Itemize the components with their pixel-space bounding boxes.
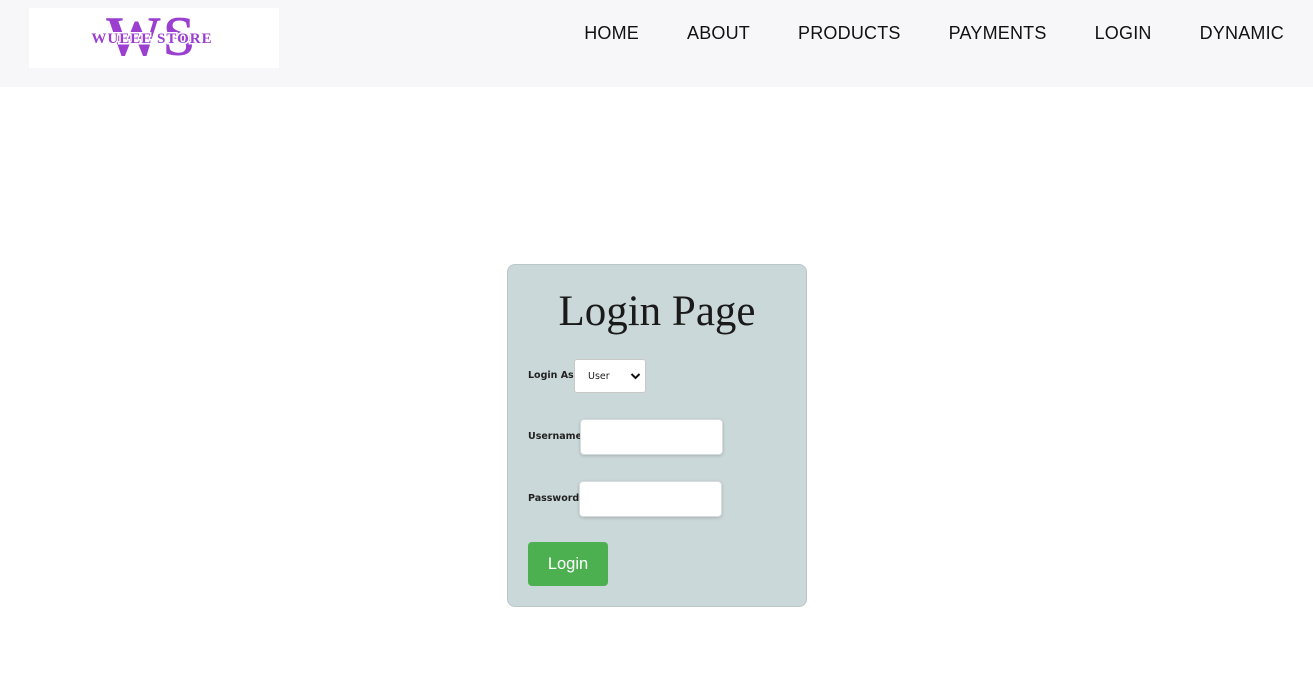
logo-graphic: WS WUEEE STORE WUEEE STORE bbox=[90, 8, 213, 68]
login-form-card: Login Page Login As: User Username: Pass… bbox=[507, 264, 807, 607]
nav-login-link[interactable]: LOGIN bbox=[1095, 23, 1152, 44]
main-nav: HOME ABOUT PRODUCTS PAYMENTS LOGIN DYNAM… bbox=[584, 20, 1284, 46]
login-button[interactable]: Login bbox=[528, 542, 608, 586]
store-logo[interactable]: WS WUEEE STORE WUEEE STORE bbox=[29, 8, 279, 68]
nav-home-link[interactable]: HOME bbox=[584, 23, 639, 44]
nav-about-link[interactable]: ABOUT bbox=[687, 23, 750, 44]
password-field[interactable] bbox=[579, 481, 722, 517]
nav-products-link[interactable]: PRODUCTS bbox=[798, 23, 901, 44]
chevron-down-icon bbox=[630, 373, 641, 380]
nav-payments-link[interactable]: PAYMENTS bbox=[949, 23, 1047, 44]
login-page-title: Login Page bbox=[558, 288, 756, 335]
login-as-select[interactable]: User bbox=[574, 359, 646, 393]
login-as-label: Login As: bbox=[528, 370, 578, 381]
username-field[interactable] bbox=[580, 419, 723, 455]
login-as-selected-value: User bbox=[588, 370, 610, 382]
username-label: Username: bbox=[528, 431, 586, 442]
top-navbar: WS WUEEE STORE WUEEE STORE HOME ABOUT PR… bbox=[0, 0, 1313, 87]
logo-name: WUEEE STORE bbox=[91, 31, 212, 47]
password-label: Password: bbox=[528, 493, 584, 504]
nav-dynamic-link[interactable]: DYNAMIC bbox=[1200, 23, 1284, 44]
